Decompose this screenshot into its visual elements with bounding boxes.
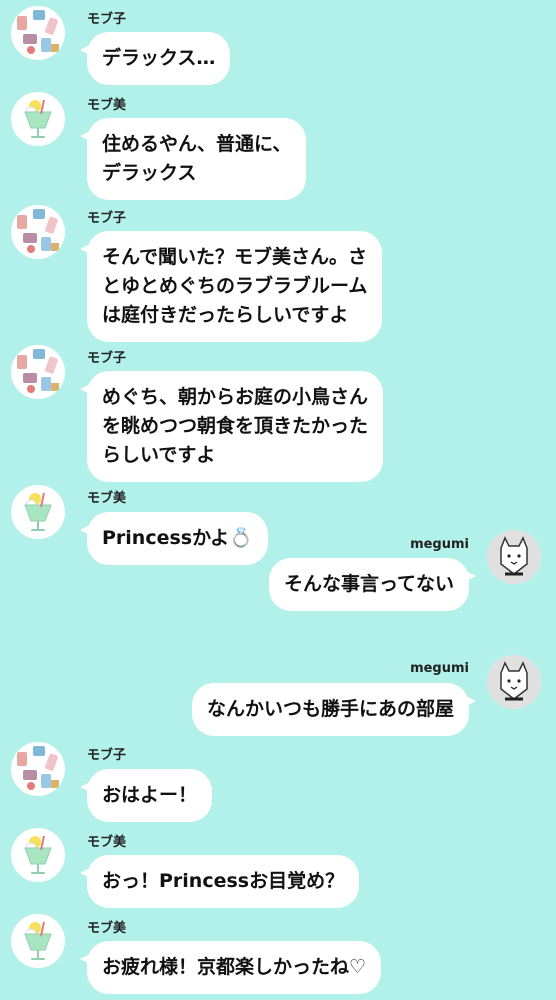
message-bubble[interactable]: なんかいつも勝手にあの部屋 bbox=[191, 683, 477, 736]
sender-name: モブ子 bbox=[87, 12, 127, 27]
avatar[interactable] bbox=[11, 345, 65, 399]
cream-soda-drink-icon bbox=[24, 99, 52, 138]
message-text: めぐち、朝からお庭の小鳥さん bbox=[102, 386, 369, 408]
message-bubble[interactable]: デラックス… bbox=[79, 32, 231, 85]
cosmetics-collage-icon bbox=[17, 746, 59, 790]
avatar[interactable] bbox=[11, 914, 65, 968]
sender-name: モブ美 bbox=[87, 835, 127, 850]
cream-soda-drink-icon bbox=[24, 835, 52, 874]
sender-name: megumi bbox=[410, 537, 469, 552]
message-bubble[interactable]: 住めるやん、普通に、 デラックス bbox=[79, 118, 307, 200]
cream-soda-drink-icon bbox=[24, 921, 52, 960]
message-text: を眺めつつ朝食を頂きたかった bbox=[102, 415, 369, 437]
message-text: とゆとめぐちのラブラブルーム bbox=[102, 275, 368, 297]
sender-name: モブ子 bbox=[87, 211, 127, 226]
cosmetics-collage-icon bbox=[17, 10, 59, 54]
wolf-sketch-icon bbox=[487, 655, 541, 709]
message-bubble[interactable]: おはよー！ bbox=[79, 769, 213, 822]
avatar[interactable] bbox=[11, 205, 65, 259]
message-bubble[interactable]: おっ！Princessお目覚め？ bbox=[79, 855, 360, 908]
message-bubble[interactable]: めぐち、朝からお庭の小鳥さん を眺めつつ朝食を頂きたかった らしいですよ bbox=[79, 371, 384, 482]
avatar[interactable] bbox=[11, 6, 65, 60]
sender-name: モブ美 bbox=[87, 921, 127, 936]
sender-name: megumi bbox=[410, 661, 469, 676]
cream-soda-drink-icon bbox=[24, 492, 52, 531]
message-text: そんな事言ってない bbox=[283, 573, 454, 595]
message-text: おはよー！ bbox=[102, 784, 198, 806]
cosmetics-collage-icon bbox=[17, 349, 59, 393]
avatar[interactable] bbox=[487, 655, 541, 709]
sender-name: モブ美 bbox=[87, 98, 127, 113]
message-bubble[interactable]: お疲れ様！京都楽しかったね♡ bbox=[79, 941, 382, 994]
message-text: は庭付きだったらしいですよ bbox=[102, 304, 349, 326]
message-text: デラックス bbox=[102, 162, 197, 184]
message-text: そんで聞いた？モブ美さん。さ bbox=[102, 246, 368, 268]
avatar[interactable] bbox=[11, 92, 65, 146]
message-text: おっ！Princessお目覚め？ bbox=[102, 870, 345, 892]
message-text: Princessかよ💍 bbox=[102, 527, 253, 549]
message-bubble[interactable]: そんな事言ってない bbox=[268, 558, 477, 611]
message-text: お疲れ様！京都楽しかったね♡ bbox=[102, 956, 367, 978]
avatar[interactable] bbox=[11, 742, 65, 796]
avatar[interactable] bbox=[487, 530, 541, 584]
message-text: 住めるやん、普通に、 bbox=[102, 133, 292, 155]
cosmetics-collage-icon bbox=[17, 209, 59, 253]
message-text: デラックス… bbox=[102, 47, 216, 69]
avatar[interactable] bbox=[11, 828, 65, 882]
message-bubble[interactable]: そんで聞いた？モブ美さん。さ とゆとめぐちのラブラブルーム は庭付きだったらしい… bbox=[79, 231, 383, 342]
sender-name: モブ美 bbox=[87, 491, 127, 506]
message-text: なんかいつも勝手にあの部屋 bbox=[206, 698, 454, 720]
sender-name: モブ子 bbox=[87, 351, 127, 366]
avatar[interactable] bbox=[11, 485, 65, 539]
sender-name: モブ子 bbox=[87, 748, 127, 763]
message-bubble[interactable]: Princessかよ💍 bbox=[80, 512, 268, 565]
message-text: らしいですよ bbox=[102, 444, 216, 466]
wolf-sketch-icon bbox=[487, 530, 541, 584]
